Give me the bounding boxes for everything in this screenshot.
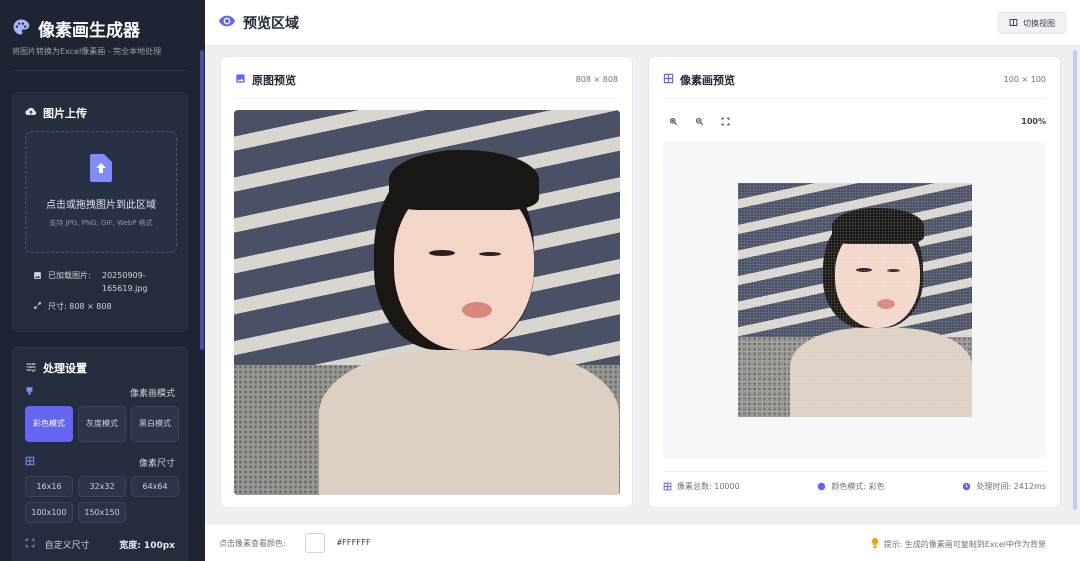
palette-icon [818,482,826,491]
original-card-title: 原图预览 [235,72,296,88]
dropzone-text: 点击或拖拽图片到此区域 [46,200,156,211]
size-64-button[interactable]: 64x64 [131,476,179,497]
loaded-file-row: 已加载图片: 20250909-165619.jpg [33,269,162,295]
page-title: 预览区域 [219,13,299,33]
settings-panel: 处理设置 像素画模式 彩色模式 灰度模式 黑白模式 像素尺寸 16x16 32x… [12,347,188,561]
mode-bw-button[interactable]: 黑白模式 [131,406,179,442]
width-value: 宽度: 100px [119,541,175,551]
original-preview-card: 原图预览 808 × 808 [220,56,633,508]
crop-icon [25,538,35,551]
image-icon [235,73,246,87]
color-swatch [305,533,325,553]
palette-icon [12,18,30,40]
dropzone-formats: 支持 JPG, PNG, GIF, WebP 格式 [49,219,153,227]
color-hex-value: #FFFFFF [337,538,371,547]
grid-icon [663,73,674,87]
size-label: 像素尺寸 [138,459,175,469]
sidebar: 像素画生成器 将图片转换为Excel像素画 - 完全本地处理 图片上传 点击或拖… [0,0,205,561]
image-size-text: 尺寸: 808 × 808 [48,302,112,311]
mode-label: 像素画模式 [129,389,175,399]
grid-icon [663,482,672,491]
brush-icon [25,386,34,399]
size-16-button[interactable]: 16x16 [25,476,73,497]
zoom-level: 100% [1021,116,1046,126]
mode-grayscale-button[interactable]: 灰度模式 [78,406,126,442]
grid-icon [25,456,35,469]
bottom-bar: 点击像素查看颜色: #FFFFFF 提示: 生成的像素画可复制到Excel中作为… [205,523,1080,561]
custom-size-label[interactable]: 自定义尺寸 [45,538,90,551]
upload-dropzone[interactable]: 点击或拖拽图片到此区域 支持 JPG, PNG, GIF, WebP 格式 [25,131,177,253]
cloud-upload-icon [25,106,37,121]
card-divider [663,98,1046,99]
loaded-label: 已加载图片: [48,271,91,280]
upload-panel-title: 图片上传 [25,105,87,121]
mode-color-button[interactable]: 彩色模式 [25,406,73,442]
expand-arrows-icon [33,301,42,312]
size-100-button[interactable]: 100x100 [25,502,73,523]
pixel-toolbar: 100% [663,109,1046,133]
loaded-filename: 20250909-165619.jpg [102,271,148,293]
original-image [234,110,620,495]
card-divider [235,98,618,99]
pixel-stats: 像素总数: 10000 颜色模式: 彩色 处理时间: 2412ms [663,471,1046,493]
sliders-icon [25,361,37,376]
size-buttons: 16x16 32x32 64x64 100x100 150x150 [25,476,179,523]
mode-buttons: 彩色模式 灰度模式 黑白模式 [25,406,179,442]
zoom-in-icon[interactable] [663,111,683,131]
sidebar-scrollbar[interactable] [200,50,204,350]
image-icon [33,271,42,295]
brand: 像素画生成器 [12,16,140,41]
stat-mode: 颜色模式: 彩色 [817,481,885,492]
settings-panel-title: 处理设置 [25,360,87,376]
pixel-canvas-area [663,141,1046,459]
switch-view-button[interactable]: 切换视图 [998,12,1066,34]
original-dimensions: 808 × 808 [575,75,618,84]
size-150-button[interactable]: 150x150 [78,502,126,523]
main-scrollbar[interactable] [1073,50,1077,510]
pixel-art-image[interactable] [738,183,972,417]
stat-time: 处理时间: 2412ms [962,481,1046,492]
sidebar-divider [12,70,188,71]
zoom-out-icon[interactable] [689,111,709,131]
size-32-button[interactable]: 32x32 [78,476,126,497]
image-size-row: 尺寸: 808 × 808 [33,301,112,312]
upload-panel: 图片上传 点击或拖拽图片到此区域 支持 JPG, PNG, GIF, WebP … [12,92,188,332]
custom-size-row: 自定义尺寸 宽度: 100px [25,538,175,551]
hint-text: 提示: 生成的像素画可复制到Excel中作为背景 [871,538,1046,550]
mode-row: 像素画模式 [25,386,175,399]
pixel-preview-card: 像素画预览 100 × 100 100% 像素总数: 10000 颜色模式: 彩… [648,56,1061,508]
clock-icon [963,482,971,491]
eye-icon [219,15,235,31]
color-picker-label: 点击像素查看颜色: [219,539,286,548]
size-row: 像素尺寸 [25,456,175,469]
fit-screen-icon[interactable] [715,111,735,131]
columns-icon [1009,18,1018,29]
file-upload-icon [90,154,112,186]
lightbulb-icon [871,538,879,550]
app-title: 像素画生成器 [38,21,140,41]
app-subtitle: 将图片转换为Excel像素画 - 完全本地处理 [12,47,162,56]
stat-total: 像素总数: 10000 [663,481,740,492]
topbar: 预览区域 切换视图 [205,0,1080,46]
pixel-dimensions: 100 × 100 [1003,75,1046,84]
pixel-card-title: 像素画预览 [663,72,735,88]
